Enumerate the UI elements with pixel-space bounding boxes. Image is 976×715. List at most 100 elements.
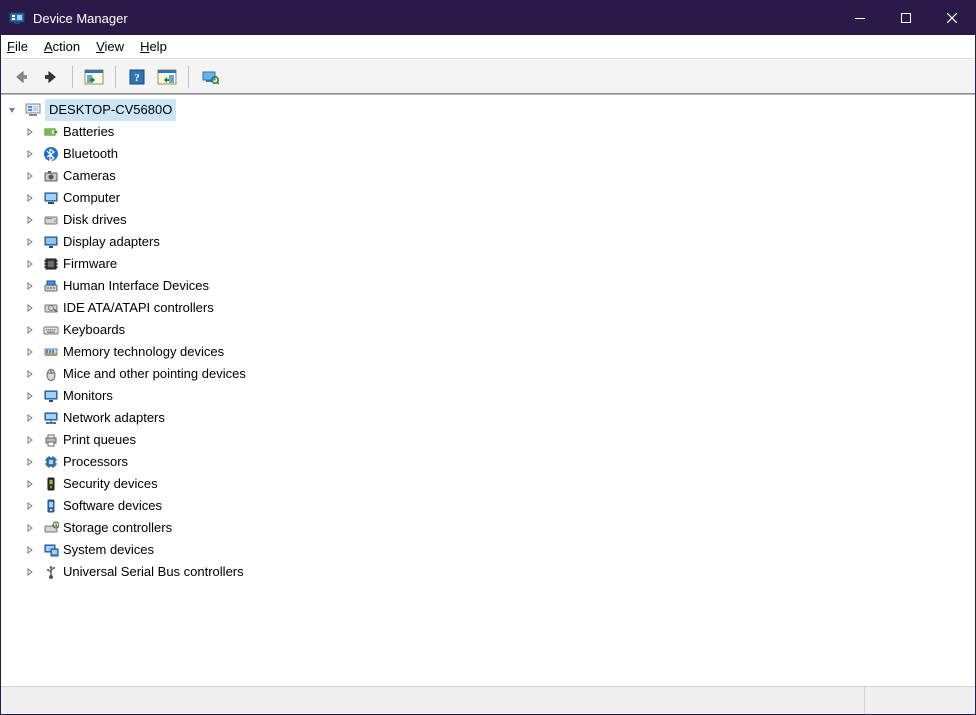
tree-node[interactable]: Storage controllers bbox=[1, 517, 975, 539]
svg-text:?: ? bbox=[134, 72, 140, 84]
toolbar-scan-button[interactable] bbox=[196, 64, 224, 90]
menu-view[interactable]: View bbox=[96, 39, 124, 54]
expander-icon[interactable] bbox=[25, 171, 41, 181]
expander-icon[interactable] bbox=[25, 457, 41, 467]
expander-icon[interactable] bbox=[25, 303, 41, 313]
firmware-icon bbox=[43, 256, 59, 272]
expander-icon[interactable] bbox=[25, 259, 41, 269]
toolbar-action-window-button[interactable] bbox=[153, 64, 181, 90]
tree-node[interactable]: Memory technology devices bbox=[1, 341, 975, 363]
menu-action[interactable]: Action bbox=[44, 39, 80, 54]
expander-icon[interactable] bbox=[25, 149, 41, 159]
expander-icon[interactable] bbox=[25, 523, 41, 533]
tree-view[interactable]: DESKTOP-CV5680OBatteriesBluetoothCameras… bbox=[1, 95, 975, 686]
toolbar-separator bbox=[115, 66, 116, 88]
expander-icon[interactable] bbox=[25, 281, 41, 291]
expander-icon[interactable] bbox=[25, 325, 41, 335]
expander-icon[interactable] bbox=[25, 347, 41, 357]
toolbar-forward-button[interactable] bbox=[37, 64, 65, 90]
expander-icon[interactable] bbox=[25, 127, 41, 137]
keyboard-icon bbox=[43, 322, 59, 338]
tree-node-label: Cameras bbox=[63, 165, 116, 187]
toolbar-show-hide-button[interactable] bbox=[80, 64, 108, 90]
system-icon bbox=[43, 542, 59, 558]
hid-icon bbox=[43, 278, 59, 294]
toolbar-help-button[interactable]: ? bbox=[123, 64, 151, 90]
minimize-button[interactable] bbox=[837, 1, 883, 35]
menu-file[interactable]: File bbox=[7, 39, 28, 54]
tree-node[interactable]: Keyboards bbox=[1, 319, 975, 341]
tree-node-label: Processors bbox=[63, 451, 128, 473]
expander-icon[interactable] bbox=[25, 479, 41, 489]
tree-node-label: Monitors bbox=[63, 385, 113, 407]
tree-node-label: Batteries bbox=[63, 121, 114, 143]
tree-node-label: Computer bbox=[63, 187, 120, 209]
expander-icon[interactable] bbox=[25, 545, 41, 555]
tree-node-label: Network adapters bbox=[63, 407, 165, 429]
network-icon bbox=[43, 410, 59, 426]
expander-icon[interactable] bbox=[25, 369, 41, 379]
tree-node-label: Security devices bbox=[63, 473, 158, 495]
tree-node[interactable]: IDE ATA/ATAPI controllers bbox=[1, 297, 975, 319]
tree-node[interactable]: Mice and other pointing devices bbox=[1, 363, 975, 385]
tree-node[interactable]: Human Interface Devices bbox=[1, 275, 975, 297]
tree-node-label: Mice and other pointing devices bbox=[63, 363, 246, 385]
tree-node[interactable]: Universal Serial Bus controllers bbox=[1, 561, 975, 583]
expander-icon[interactable] bbox=[7, 105, 23, 115]
statusbar-pane bbox=[865, 687, 975, 714]
tree-node[interactable]: Cameras bbox=[1, 165, 975, 187]
tree-node[interactable]: Processors bbox=[1, 451, 975, 473]
menu-help[interactable]: Help bbox=[140, 39, 167, 54]
tree-node-label: Firmware bbox=[63, 253, 117, 275]
tree-node[interactable]: Print queues bbox=[1, 429, 975, 451]
tree-node[interactable]: Security devices bbox=[1, 473, 975, 495]
tree-node[interactable]: Monitors bbox=[1, 385, 975, 407]
tree-node[interactable]: Software devices bbox=[1, 495, 975, 517]
tree-node[interactable]: Disk drives bbox=[1, 209, 975, 231]
expander-icon[interactable] bbox=[25, 193, 41, 203]
toolbar-separator bbox=[188, 66, 189, 88]
software-icon bbox=[43, 498, 59, 514]
tree-node[interactable]: Computer bbox=[1, 187, 975, 209]
tree-node[interactable]: Display adapters bbox=[1, 231, 975, 253]
close-button[interactable] bbox=[929, 1, 975, 35]
maximize-button[interactable] bbox=[883, 1, 929, 35]
tree-node-label: Memory technology devices bbox=[63, 341, 224, 363]
tree-node[interactable]: Network adapters bbox=[1, 407, 975, 429]
titlebar: Device Manager bbox=[1, 1, 975, 35]
camera-icon bbox=[43, 168, 59, 184]
tree-node-label: Universal Serial Bus controllers bbox=[63, 561, 244, 583]
computer-icon bbox=[43, 190, 59, 206]
tree-node[interactable]: System devices bbox=[1, 539, 975, 561]
printer-icon bbox=[43, 432, 59, 448]
expander-icon[interactable] bbox=[25, 215, 41, 225]
expander-icon[interactable] bbox=[25, 237, 41, 247]
expander-icon[interactable] bbox=[25, 391, 41, 401]
tree-node-label: Disk drives bbox=[63, 209, 127, 231]
tree-node[interactable]: Bluetooth bbox=[1, 143, 975, 165]
display-adapter-icon bbox=[43, 234, 59, 250]
tree-node[interactable]: Batteries bbox=[1, 121, 975, 143]
tree-node-label: Keyboards bbox=[63, 319, 125, 341]
expander-icon[interactable] bbox=[25, 435, 41, 445]
tree-node-label: Bluetooth bbox=[63, 143, 118, 165]
expander-icon[interactable] bbox=[25, 501, 41, 511]
expander-icon[interactable] bbox=[25, 413, 41, 423]
tree-node-label: Human Interface Devices bbox=[63, 275, 209, 297]
storage-icon bbox=[43, 520, 59, 536]
menubar: File Action View Help bbox=[1, 35, 975, 59]
tree-node-label: Display adapters bbox=[63, 231, 160, 253]
monitor-icon bbox=[43, 388, 59, 404]
expander-icon[interactable] bbox=[25, 567, 41, 577]
tree-node-label: System devices bbox=[63, 539, 154, 561]
tree-root-node[interactable]: DESKTOP-CV5680O bbox=[1, 99, 975, 121]
toolbar-back-button[interactable] bbox=[7, 64, 35, 90]
ide-icon bbox=[43, 300, 59, 316]
tree-node[interactable]: Firmware bbox=[1, 253, 975, 275]
window: Device Manager File Action View Help ? D… bbox=[0, 0, 976, 715]
computer-root-icon bbox=[25, 102, 41, 118]
statusbar-pane bbox=[1, 687, 865, 714]
window-title: Device Manager bbox=[33, 11, 837, 26]
usb-icon bbox=[43, 564, 59, 580]
toolbar: ? bbox=[1, 59, 975, 95]
